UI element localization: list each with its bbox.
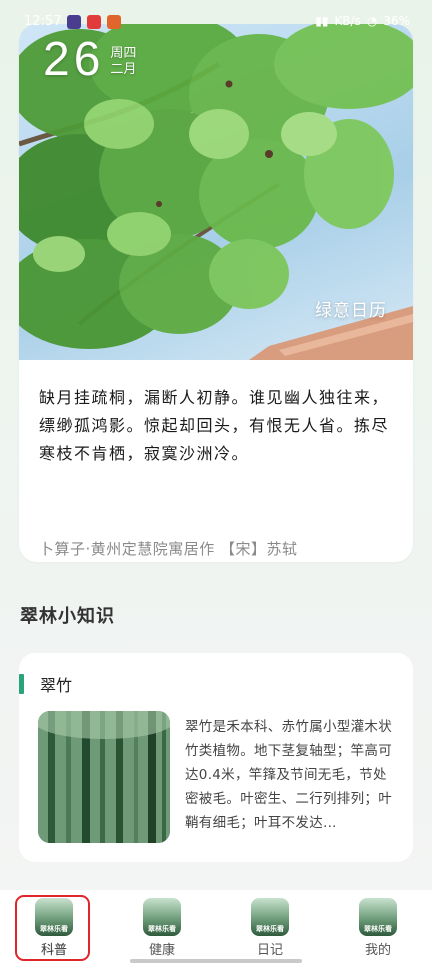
poem-text: 缺月挂疏桐，漏断人初静。谁见幽人独往来，缥缈孤鸿影。惊起却回头，有恨无人省。拣尽… — [39, 388, 390, 463]
calendar-card[interactable]: 26 周四 二月 绿意日历 缺月挂疏桐，漏断人初静。谁见幽人独往来，缥缈孤鸿影。… — [19, 24, 413, 562]
home-indicator — [130, 959, 302, 963]
knowledge-header: 翠竹 — [19, 673, 72, 695]
status-left: 12:57 — [24, 14, 122, 29]
nav-icon-caption: 翠林乐看 — [148, 925, 176, 933]
app-logo-icon: 翠林乐看 — [251, 898, 289, 936]
nav-label: 日记 — [256, 943, 283, 958]
knowledge-description: 翠竹是禾本科、赤竹属小型灌木状竹类植物。地下茎复轴型；竿高可达0.4米，竿箨及节… — [185, 719, 392, 831]
bamboo-thumbnail — [38, 711, 170, 843]
brand-watermark: 绿意日历 — [315, 301, 387, 321]
bamboo-illustration — [38, 711, 170, 843]
calendar-photo: 26 周四 二月 绿意日历 — [19, 24, 413, 360]
selected-tab-highlight — [15, 895, 90, 961]
nav-item-health[interactable]: 翠林乐看 健康 — [122, 898, 202, 958]
nav-icon-caption: 翠林乐看 — [256, 925, 284, 933]
battery-level: 36% — [383, 14, 410, 28]
nav-label: 我的 — [364, 943, 391, 958]
status-time: 12:57 — [24, 14, 62, 29]
app-notification-icon-3 — [107, 14, 122, 29]
app-notification-icon — [67, 14, 82, 29]
app-logo-icon: 翠林乐看 — [359, 898, 397, 936]
network-speed: KB/s — [334, 14, 361, 28]
month: 二月 — [110, 62, 137, 77]
weekday: 周四 — [110, 46, 137, 61]
knowledge-title: 翠竹 — [40, 676, 73, 695]
section-title: 翠林小知识 — [20, 606, 115, 627]
wifi-icon: ◔ — [366, 14, 378, 28]
nav-item-diary[interactable]: 翠林乐看 日记 — [230, 898, 310, 958]
signal-icon: ▮▮ — [315, 14, 329, 28]
nav-icon-caption: 翠林乐看 — [364, 925, 392, 933]
status-bar: 12:57 ▮▮ KB/s ◔ 36% — [0, 0, 432, 48]
knowledge-card[interactable]: 翠竹 翠竹是禾本科、赤竹属小型灌木状竹类植物。地下茎复轴型；竿高可达0.4米，竿… — [19, 653, 413, 862]
nav-item-mine[interactable]: 翠林乐看 我的 — [338, 898, 418, 958]
status-right: ▮▮ KB/s ◔ 36% — [315, 14, 410, 28]
nav-label: 健康 — [148, 943, 175, 958]
accent-bar — [19, 674, 24, 694]
app-logo-icon: 翠林乐看 — [143, 898, 181, 936]
app-notification-icon-2 — [87, 14, 102, 29]
poem-source: 卜算子·黄州定慧院寓居作 【宋】苏轼 — [39, 540, 298, 558]
date-meta: 周四 二月 — [110, 46, 136, 78]
